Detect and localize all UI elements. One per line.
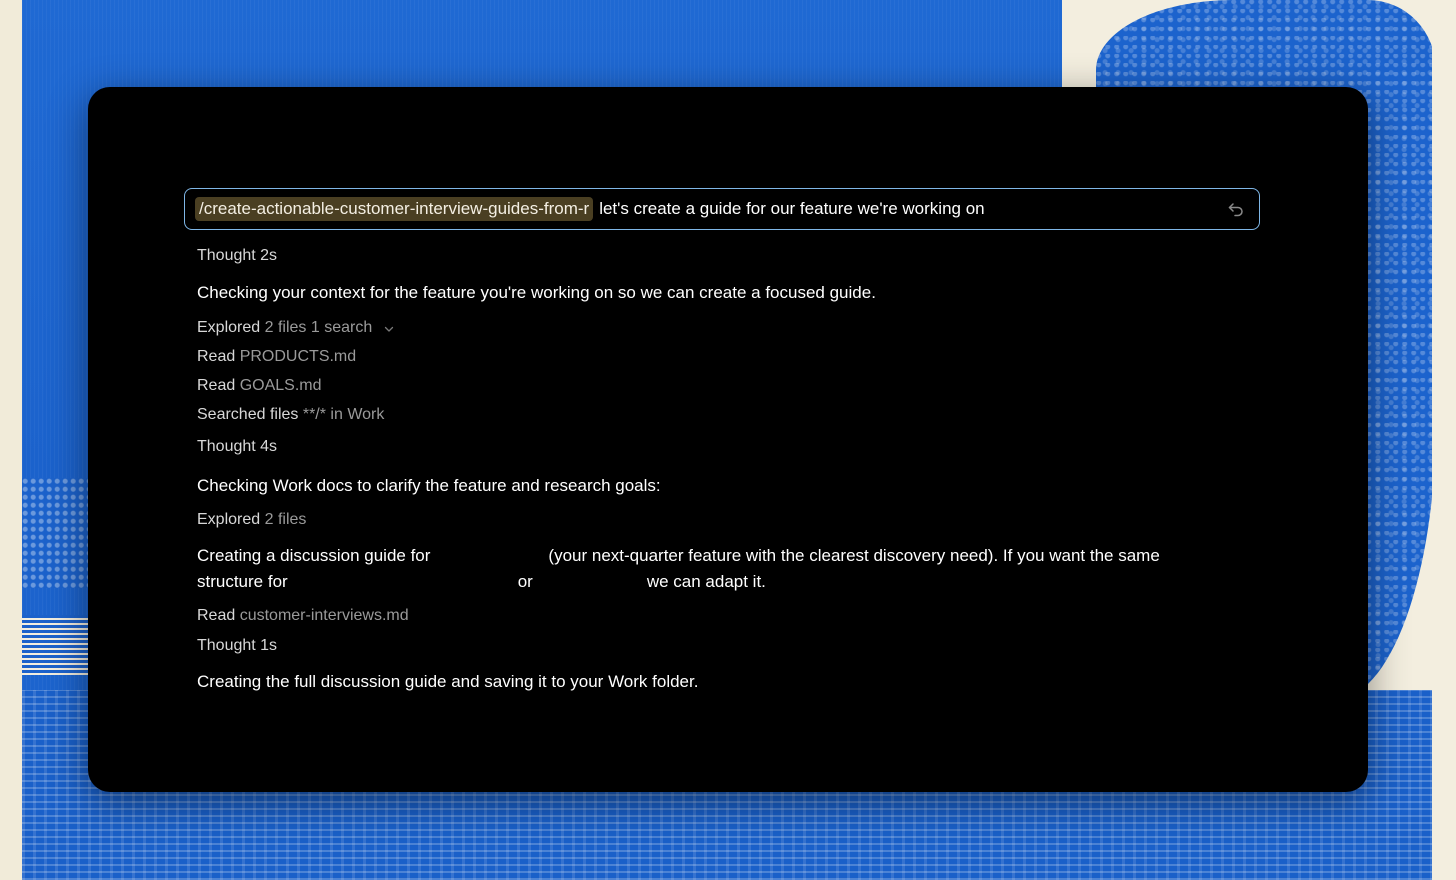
thought-status: Thought 1s <box>197 637 277 655</box>
thought-status: Thought 4s <box>197 438 277 456</box>
explored-detail: 2 files 1 search <box>264 319 373 336</box>
wallpaper-edge <box>1432 0 1456 880</box>
explored-label: Explored <box>197 511 261 528</box>
thought-label: Thought 2s <box>197 247 278 264</box>
assistant-message: Checking your context for the feature yo… <box>197 283 876 302</box>
read-label: Read <box>197 348 236 365</box>
agent-chat-window: /create-actionable-customer-interview-gu… <box>88 87 1368 792</box>
search-label: Searched files <box>197 406 299 423</box>
message-text: or <box>517 572 533 591</box>
file-name[interactable]: GOALS.md <box>240 377 322 394</box>
assistant-message: Checking Work docs to clarify the featur… <box>197 476 661 495</box>
undo-icon[interactable] <box>1227 200 1245 218</box>
thought-label: Thought 4s <box>197 438 278 455</box>
message-text: we can adapt it. <box>646 572 766 591</box>
message-text: (your next-quarter feature with the clea… <box>548 546 1160 565</box>
thought-status: Thought 2s <box>197 247 277 265</box>
explored-label: Explored <box>197 319 261 336</box>
wallpaper-ledge <box>22 615 92 675</box>
explored-toggle[interactable]: Explored 2 files 1 search <box>197 319 395 337</box>
explored-detail: 2 files <box>264 511 307 528</box>
read-label: Read <box>197 377 236 394</box>
read-label: Read <box>197 607 236 624</box>
read-file-entry[interactable]: Read GOALS.md <box>197 377 322 395</box>
search-pattern: **/* in Work <box>302 406 385 423</box>
message-text: structure for <box>197 572 288 591</box>
assistant-message: Creating a discussion guide for (your nex… <box>197 543 1227 595</box>
prompt-text[interactable]: let's create a guide for our feature we'… <box>599 199 984 219</box>
search-entry[interactable]: Searched files **/* in Work <box>197 406 384 424</box>
message-text: Creating a discussion guide for <box>197 546 431 565</box>
wallpaper-shrub <box>22 478 92 588</box>
assistant-message: Creating the full discussion guide and s… <box>197 672 699 691</box>
slash-command-chip[interactable]: /create-actionable-customer-interview-gu… <box>195 197 594 221</box>
thought-label: Thought 1s <box>197 637 278 654</box>
chevron-down-icon[interactable] <box>383 322 395 334</box>
explored-toggle[interactable]: Explored 2 files <box>197 511 306 529</box>
file-name[interactable]: PRODUCTS.md <box>240 348 356 365</box>
file-name[interactable]: customer-interviews.md <box>240 607 409 624</box>
read-file-entry[interactable]: Read PRODUCTS.md <box>197 348 356 366</box>
read-file-entry[interactable]: Read customer-interviews.md <box>197 607 409 625</box>
prompt-input[interactable]: /create-actionable-customer-interview-gu… <box>184 188 1260 230</box>
